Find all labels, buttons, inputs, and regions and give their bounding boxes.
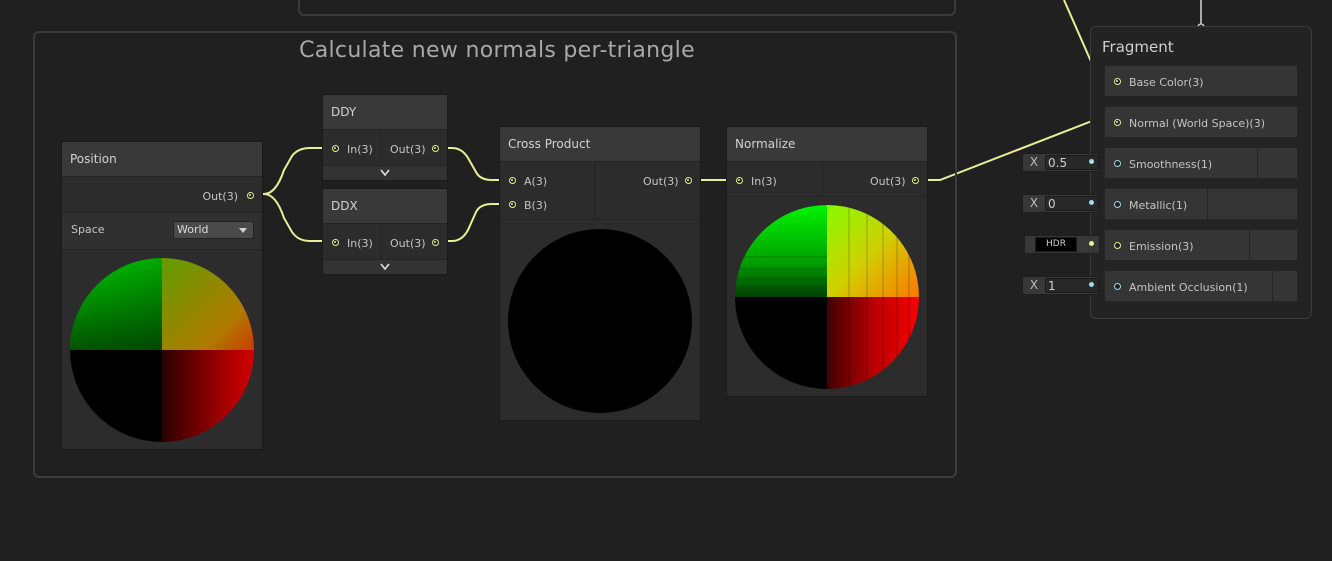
out-port[interactable] <box>432 145 439 152</box>
ddy-node[interactable]: DDY In(3) Out(3) <box>322 94 448 181</box>
port-label: Normal (World Space)(3) <box>1129 117 1266 130</box>
in-port-b[interactable] <box>509 201 516 208</box>
out-port[interactable] <box>912 177 919 184</box>
chevron-down-icon <box>380 169 390 177</box>
port-dot[interactable] <box>1114 119 1121 126</box>
fragment-port-base-color[interactable]: Base Color(3) <box>1104 65 1298 97</box>
port-label: Smoothness(1) <box>1129 158 1213 171</box>
fragment-port-ambient-occlusion[interactable]: Ambient Occlusion(1) <box>1104 270 1298 302</box>
in-port[interactable] <box>332 145 339 152</box>
position-node[interactable]: Position Out(3) Space World <box>61 141 263 450</box>
node-title[interactable]: DDY <box>323 95 447 130</box>
input-port-dot <box>1089 200 1094 205</box>
input-port-dot <box>1089 159 1094 164</box>
smoothness-input[interactable]: X 0.5 <box>1022 153 1100 172</box>
node-title[interactable]: Normalize <box>727 127 927 162</box>
x-prefix: X <box>1029 196 1039 210</box>
out-port-label: Out(3) <box>390 143 426 156</box>
out-port-label: Out(3) <box>202 190 238 203</box>
out-port-label: Out(3) <box>643 175 679 188</box>
fragment-port-emission[interactable]: Emission(3) <box>1104 229 1298 261</box>
input-port-dot <box>1089 282 1094 287</box>
expand-button[interactable] <box>323 165 447 180</box>
expand-button[interactable] <box>323 259 447 274</box>
group-title[interactable]: Calculate new normals per-triangle <box>35 38 959 63</box>
x-prefix: X <box>1029 278 1039 292</box>
node-title[interactable]: Cross Product <box>500 127 700 162</box>
port-dot[interactable] <box>1114 78 1121 85</box>
in-port-a-label: A(3) <box>524 175 548 188</box>
in-port[interactable] <box>332 239 339 246</box>
fragment-port-smoothness[interactable]: Smoothness(1) <box>1104 147 1298 179</box>
chevron-down-icon <box>239 228 247 233</box>
ddx-node[interactable]: DDX In(3) Out(3) <box>322 188 448 275</box>
input-port-dot <box>1089 241 1094 246</box>
port-dot[interactable] <box>1114 283 1121 290</box>
preview-sphere <box>508 229 692 413</box>
port-dot[interactable] <box>1114 160 1121 167</box>
in-port-label: In(3) <box>751 175 777 188</box>
fragment-title: Fragment <box>1102 38 1174 56</box>
ambient-occlusion-input[interactable]: X 1 <box>1022 276 1100 295</box>
chevron-down-icon <box>380 263 390 271</box>
port-label: Metallic(1) <box>1129 199 1188 212</box>
out-port[interactable] <box>432 239 439 246</box>
out-port-label: Out(3) <box>390 237 426 250</box>
node-title[interactable]: DDX <box>323 189 447 224</box>
port-label: Base Color(3) <box>1129 76 1204 89</box>
fragment-port-metallic[interactable]: Metallic(1) <box>1104 188 1298 220</box>
fragment-port-normal[interactable]: Normal (World Space)(3) <box>1104 106 1298 138</box>
node-title[interactable]: Position <box>62 142 262 177</box>
space-label: Space <box>71 223 105 236</box>
out-port-label: Out(3) <box>870 175 906 188</box>
emission-input[interactable]: HDR <box>1024 235 1100 254</box>
port-label: Ambient Occlusion(1) <box>1129 281 1248 294</box>
port-dot[interactable] <box>1114 201 1121 208</box>
out-port[interactable] <box>247 192 254 199</box>
in-port-b-label: B(3) <box>524 199 548 212</box>
port-label: Emission(3) <box>1129 240 1194 253</box>
in-port-label: In(3) <box>347 143 373 156</box>
hdr-color-swatch[interactable]: HDR <box>1035 237 1077 252</box>
hdr-label: HDR <box>1046 239 1066 249</box>
space-value: World <box>177 223 209 236</box>
in-port[interactable] <box>736 177 743 184</box>
port-dot[interactable] <box>1114 242 1121 249</box>
out-port[interactable] <box>685 177 692 184</box>
metallic-input[interactable]: X 0 <box>1022 194 1100 213</box>
normalize-node[interactable]: Normalize In(3) Out(3) <box>726 126 928 397</box>
space-dropdown[interactable]: World <box>173 221 254 239</box>
preview-sphere <box>735 205 919 389</box>
cross-product-node[interactable]: Cross Product A(3) B(3) Out(3) <box>499 126 701 421</box>
upper-group-frame <box>298 0 956 16</box>
in-port-label: In(3) <box>347 237 373 250</box>
preview-sphere <box>70 258 254 442</box>
in-port-a[interactable] <box>509 177 516 184</box>
x-prefix: X <box>1029 155 1039 169</box>
